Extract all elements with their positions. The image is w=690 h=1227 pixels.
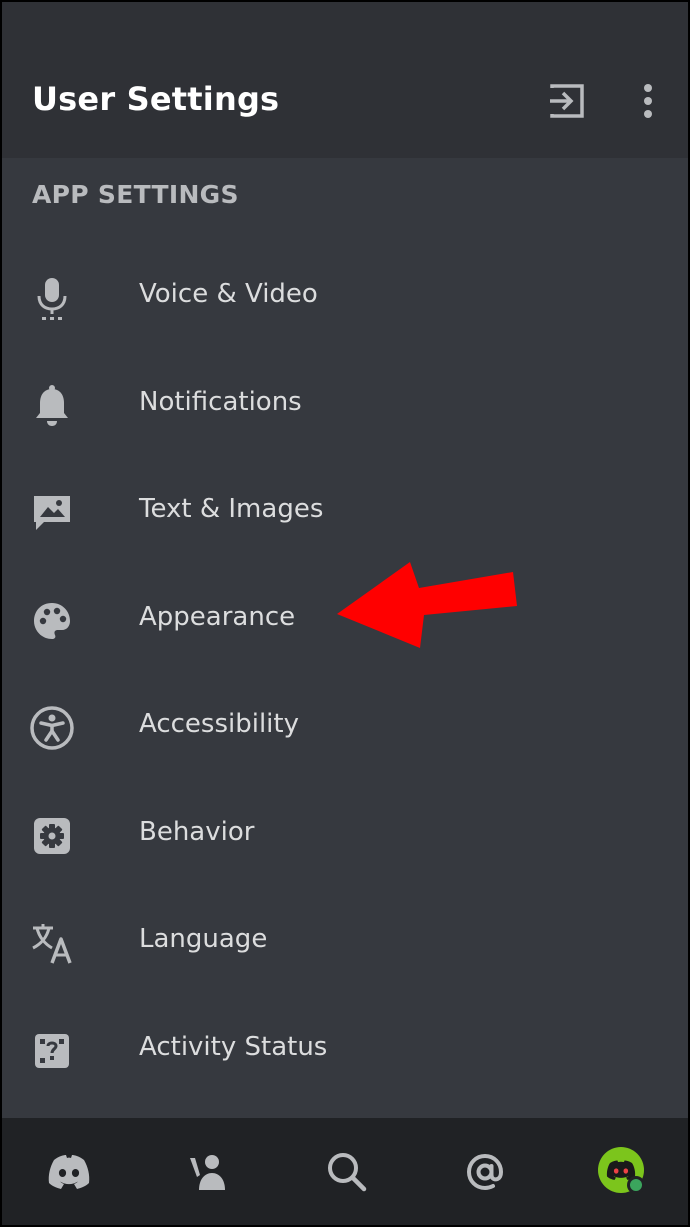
nav-friends[interactable] [183,1146,235,1198]
mentions-icon [466,1153,504,1191]
translate-icon [28,919,76,967]
game-dice-icon [28,1027,76,1075]
settings-item-label: Activity Status [139,1031,328,1062]
settings-item-voice-video[interactable]: Voice & Video [2,244,688,352]
user-avatar-icon [598,1147,645,1194]
friends-icon [190,1155,225,1190]
settings-item-label: Text & Images [139,494,324,524]
user-settings-screen: User Settings APP SETTINGS Voice & Video… [2,2,688,1225]
discord-home-icon [48,1155,90,1189]
settings-item-label: Voice & Video [139,279,318,309]
image-icon [28,489,76,537]
settings-item-behavior[interactable]: Behavior [2,782,688,890]
microphone-icon [28,274,76,322]
logout-icon[interactable] [548,82,586,120]
settings-item-label: Language [139,924,268,954]
bell-icon [28,382,76,430]
search-icon [328,1153,367,1192]
online-status-indicator [630,1179,642,1191]
settings-item-language[interactable]: Language [2,889,688,997]
settings-item-label: Behavior [139,816,255,847]
section-header-app-settings: APP SETTINGS [32,180,239,209]
page-title: User Settings [32,80,280,118]
settings-header: User Settings [2,2,688,158]
accessibility-icon [28,704,76,752]
nav-profile[interactable] [597,1146,649,1198]
settings-item-label: Accessibility [139,709,299,739]
settings-item-activity-status[interactable]: Activity Status [2,997,688,1105]
nav-mentions[interactable] [459,1146,511,1198]
more-vertical-icon[interactable] [636,82,660,120]
palette-icon [28,597,76,645]
settings-item-notifications[interactable]: Notifications [2,352,688,460]
bottom-navigation [2,1118,688,1225]
settings-item-label: Appearance [139,601,296,632]
nav-home[interactable] [43,1146,95,1198]
nav-search[interactable] [321,1146,373,1198]
gear-icon [28,812,76,860]
settings-list: Voice & Video Notifications Text & Image… [2,244,688,1104]
settings-item-accessibility[interactable]: Accessibility [2,674,688,782]
settings-item-text-images[interactable]: Text & Images [2,459,688,567]
annotation-arrow [337,562,517,648]
settings-item-label: Notifications [139,386,302,417]
